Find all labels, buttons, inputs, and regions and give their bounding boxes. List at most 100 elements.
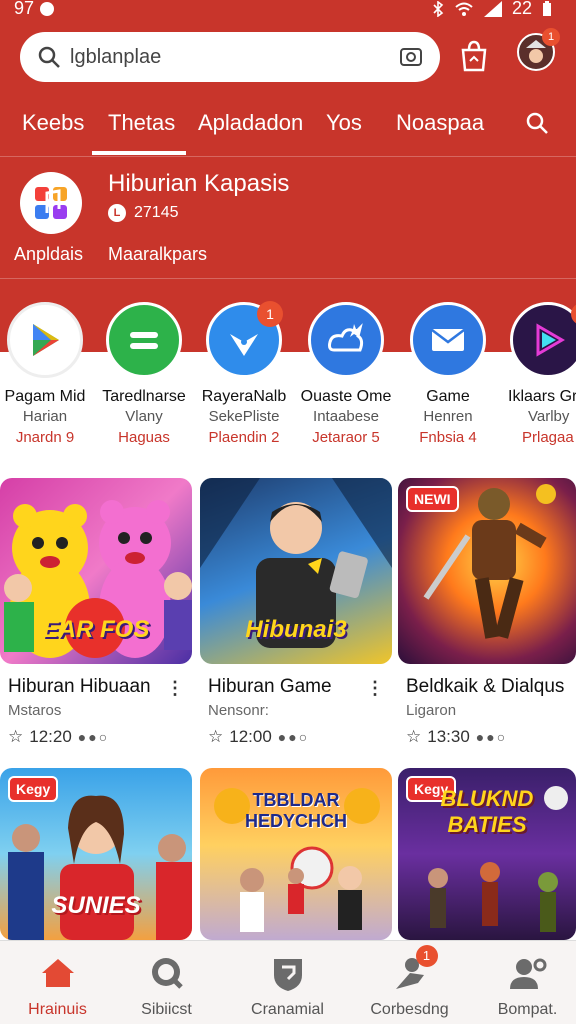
card-time: 12:00 [229, 727, 272, 746]
app-tile[interactable]: 1 Iklaars Gr Varlby Prlagaa ... [498, 302, 576, 446]
boy-game-thumb: Hibunai3 [200, 478, 392, 664]
account-icon [508, 953, 548, 993]
profile-avatar[interactable]: 1 [516, 28, 560, 72]
app-tile[interactable]: Pagam Mid Harian Jnardn 9 [0, 302, 95, 446]
app-tile[interactable]: Ouaste Ome Intaabese Jetaraor 5 [296, 302, 396, 446]
warrior-game-thumb: NEWI [398, 478, 576, 664]
camera-icon[interactable] [398, 44, 424, 70]
search-input[interactable]: lgblanplae [70, 46, 398, 69]
card-caption: EAR FOS [42, 616, 150, 643]
neon-play-icon: 1 [510, 302, 576, 378]
featured-meta-badge: L [108, 204, 126, 222]
active-tab-indicator [92, 151, 186, 155]
nav-label: Corbesdng [370, 1001, 449, 1018]
featured-meta-value: 27145 [134, 204, 179, 221]
app-name: Pagam Mid [4, 388, 86, 405]
dots-icon: ●●○ [475, 729, 508, 745]
card-time: 13:30 [427, 727, 470, 746]
divider [0, 278, 576, 279]
app-stat: Prlagaa ... [522, 429, 576, 446]
app-stat: Jnardn 9 [15, 429, 75, 446]
search-icon [147, 953, 187, 993]
app-badge: 1 [257, 301, 283, 327]
featured-title[interactable]: Hiburian Kapasis [108, 170, 289, 198]
wifi-icon [455, 2, 473, 16]
tab-3[interactable]: Yos [326, 110, 362, 136]
app-name: Taredlnarse [102, 388, 186, 405]
status-left: 97 [14, 0, 55, 19]
content-card[interactable]: TBBLDAR HEDYCHCH [200, 768, 392, 940]
card-caption: Hibunai3 [245, 616, 347, 643]
app-tile[interactable]: 1 RayeraNalb SekePliste Plaendin 2 [194, 301, 294, 446]
featured-app-icon[interactable] [20, 172, 82, 234]
kids-game-thumb: TBBLDAR HEDYCHCH [200, 768, 392, 940]
equals-icon [106, 302, 182, 378]
app-sub: Harian [22, 408, 68, 425]
card-time-row: ☆ 12:20 ●●○ [0, 727, 192, 747]
app-name: Ouaste Ome [300, 388, 392, 405]
new-badge: NEWI [406, 486, 459, 512]
app-badge: 1 [571, 303, 576, 325]
nav-item-updates[interactable]: 1 Corbesdng [352, 945, 467, 1019]
featured-label-right: Maaralkpars [108, 244, 208, 264]
kegy-badge: Kegy [8, 776, 59, 802]
tab-0[interactable]: Keebs [22, 110, 84, 136]
more-vert-icon[interactable]: ⋮ [166, 678, 184, 699]
cloud-star-icon [308, 302, 384, 378]
card-sub: Ligaron [406, 702, 457, 719]
tab-4[interactable]: Noaspaa [396, 110, 484, 136]
nav-badge: 1 [415, 945, 438, 967]
nav-item-home[interactable]: Hrainuis [0, 953, 115, 1019]
app-stat: Plaendin 2 [208, 429, 280, 446]
bottom-nav: Hrainuis Sibiicst Cranamial 1 Corbesdng … [0, 940, 576, 1024]
tab-1[interactable]: Thetas [108, 110, 175, 136]
app-tile[interactable]: Taredlnarse Vlany Haguas [94, 302, 194, 446]
card-caption: TBBLDAR HEDYCHCH [244, 790, 347, 831]
person-pin-icon: 1 [390, 945, 438, 993]
app-stat: Jetaraor 5 [312, 429, 380, 446]
bear-game-thumb: EAR FOS [0, 478, 192, 664]
app-name: Iklaars Gr [508, 388, 576, 405]
divider [0, 156, 576, 157]
shield-icon [268, 953, 308, 993]
girl-show-thumb: Kegy SUNIES [0, 768, 192, 940]
more-vert-icon[interactable]: ⋮ [366, 678, 384, 699]
content-card[interactable]: Kegy BLUKND BATIES [398, 768, 576, 940]
nav-item-account[interactable]: Bompat. [470, 953, 576, 1019]
shopping-bag-icon[interactable] [454, 36, 494, 76]
status-bar: 97 22 [0, 0, 576, 22]
search-bar[interactable]: lgblanplae [20, 32, 440, 82]
music-note-icon [35, 187, 67, 219]
tab-search-icon[interactable] [524, 110, 550, 136]
app-sub: SekePliste [208, 408, 280, 425]
tab-2[interactable]: Apladadon [198, 110, 303, 136]
content-card[interactable]: Hibunai3 Hiburan Game ⋮ Nensonr: ☆ 12:00… [200, 478, 392, 747]
avatar-badge: 1 [542, 28, 560, 46]
content-card[interactable]: EAR FOS Hiburan Hibuaan ⋮ Mstaros ☆ 12:2… [0, 478, 192, 747]
content-card[interactable]: NEWI Beldkaik & Dialqus Ligaron ☆ 13:30 … [398, 478, 576, 747]
battle-game-thumb: Kegy BLUKND BATIES [398, 768, 576, 940]
nav-item-search[interactable]: Sibiicst [109, 953, 224, 1019]
app-tile[interactable]: Game Henren Fnbsia 4 [398, 302, 498, 446]
featured-label-left: Anpldais [14, 244, 84, 264]
card-title: Hiburan Hibuaan [8, 676, 151, 697]
search-icon [38, 46, 60, 68]
home-icon [38, 953, 78, 993]
status-time: 97 [14, 0, 35, 18]
app-sub: Vlany [125, 408, 163, 425]
content-card[interactable]: Kegy SUNIES [0, 768, 192, 940]
nav-item-library[interactable]: Cranamial [230, 953, 345, 1019]
card-caption: SUNIES [51, 892, 141, 919]
mail-icon [410, 302, 486, 378]
app-sub: Intaabese [313, 408, 379, 425]
app-stat: Fnbsia 4 [419, 429, 477, 446]
app-sub: Henren [423, 408, 473, 425]
card-time-row: ☆ 13:30 ●●○ [398, 727, 576, 747]
heart-icon [40, 2, 55, 17]
nav-label: Cranamial [251, 1001, 324, 1018]
card-title: Hiburan Game [208, 676, 332, 697]
signal-icon [483, 0, 502, 17]
pin-icon: ☆ [208, 727, 224, 746]
app-name: Game [426, 388, 470, 405]
app-name: RayeraNalb [201, 388, 287, 405]
